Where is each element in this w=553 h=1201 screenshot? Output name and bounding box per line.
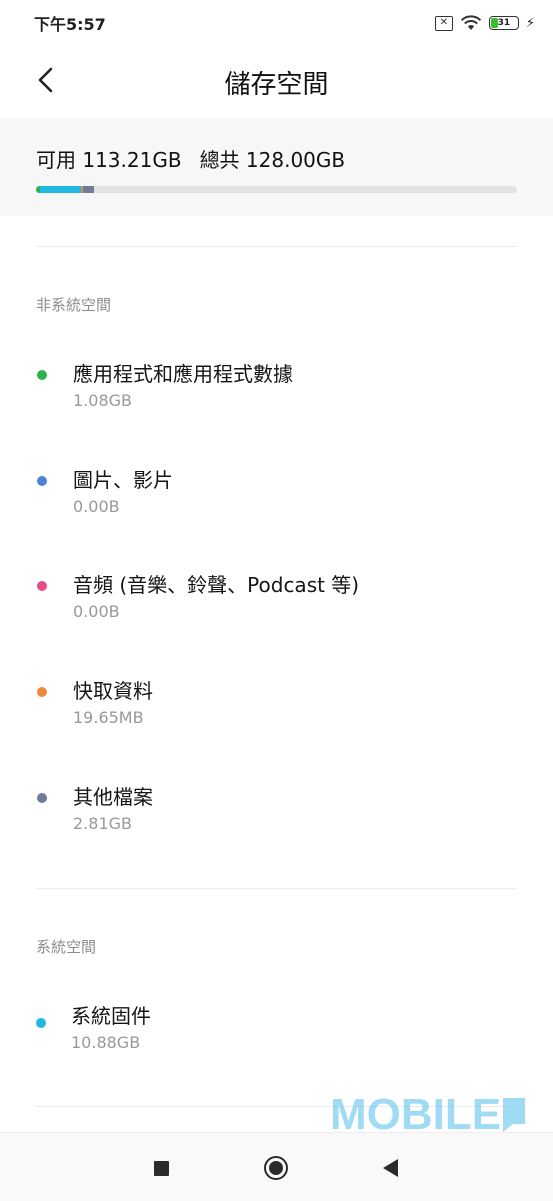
item-size: 2.81GB xyxy=(73,814,132,833)
category-dot xyxy=(37,581,47,591)
section-label-system: 系統空間 xyxy=(36,938,97,956)
item-title: 音頻 (音樂、鈴聲、Podcast 等) xyxy=(73,573,360,597)
list-item-cache[interactable]: 快取資料 19.65MB xyxy=(0,671,553,761)
category-dot xyxy=(36,1018,46,1028)
home-circle-icon xyxy=(264,1156,288,1180)
battery-level: 31 xyxy=(497,18,511,28)
item-title: 圖片、影片 xyxy=(73,468,173,492)
divider xyxy=(36,888,517,889)
list-item-images-videos[interactable]: 圖片、影片 0.00B xyxy=(0,460,553,550)
list-item-audio[interactable]: 音頻 (音樂、鈴聲、Podcast 等) 0.00B xyxy=(0,565,553,655)
storage-summary: 可用 113.21GB 總共 128.00GB xyxy=(0,118,553,216)
status-bar: 下午5:57 ✕ 31 ⚡ xyxy=(0,0,553,46)
item-size: 19.65MB xyxy=(73,708,144,727)
back-nav-button[interactable] xyxy=(373,1151,407,1185)
navigation-bar xyxy=(0,1132,553,1201)
category-dot xyxy=(37,793,47,803)
item-title: 應用程式和應用程式數據 xyxy=(73,362,293,386)
list-item-other-files[interactable]: 其他檔案 2.81GB xyxy=(0,777,553,867)
sim-disabled-icon: ✕ xyxy=(434,15,453,31)
recents-square-icon xyxy=(153,1160,169,1176)
item-title: 快取資料 xyxy=(73,679,153,703)
section-label-non-system: 非系統空間 xyxy=(36,296,112,314)
charging-bolt-icon: ⚡ xyxy=(525,15,535,31)
item-title: 其他檔案 xyxy=(73,785,153,809)
status-icons: ✕ 31 ⚡ xyxy=(434,15,535,31)
wifi-icon xyxy=(460,15,481,30)
category-dot xyxy=(37,476,47,486)
usage-segment-other xyxy=(83,186,94,193)
total-space: 總共 128.00GB xyxy=(199,148,346,172)
usage-segment-system xyxy=(40,186,81,193)
item-size: 10.88GB xyxy=(71,1033,141,1052)
category-dot xyxy=(37,687,47,697)
item-size: 0.00B xyxy=(73,602,120,621)
item-title: 系統固件 xyxy=(71,1004,151,1028)
speech-bubble-icon xyxy=(503,1098,526,1132)
available-space: 可用 113.21GB xyxy=(36,148,182,172)
list-item-system-firmware[interactable]: 系統固件 10.88GB xyxy=(0,996,553,1086)
category-dot xyxy=(37,370,47,380)
recents-button[interactable] xyxy=(144,1151,178,1185)
page-title: 儲存空間 xyxy=(224,70,329,100)
item-size: 1.08GB xyxy=(73,391,132,410)
home-button[interactable] xyxy=(259,1151,293,1185)
storage-summary-text: 可用 113.21GB 總共 128.00GB xyxy=(36,144,345,173)
back-triangle-icon xyxy=(382,1159,398,1177)
status-time: 下午5:57 xyxy=(34,15,106,34)
battery-icon: 31 xyxy=(488,16,519,30)
list-item-apps[interactable]: 應用程式和應用程式數據 1.08GB xyxy=(0,354,553,444)
item-size: 0.00B xyxy=(73,497,120,516)
header: 儲存空間 xyxy=(0,46,553,116)
divider xyxy=(36,246,517,247)
storage-usage-bar xyxy=(36,186,517,193)
